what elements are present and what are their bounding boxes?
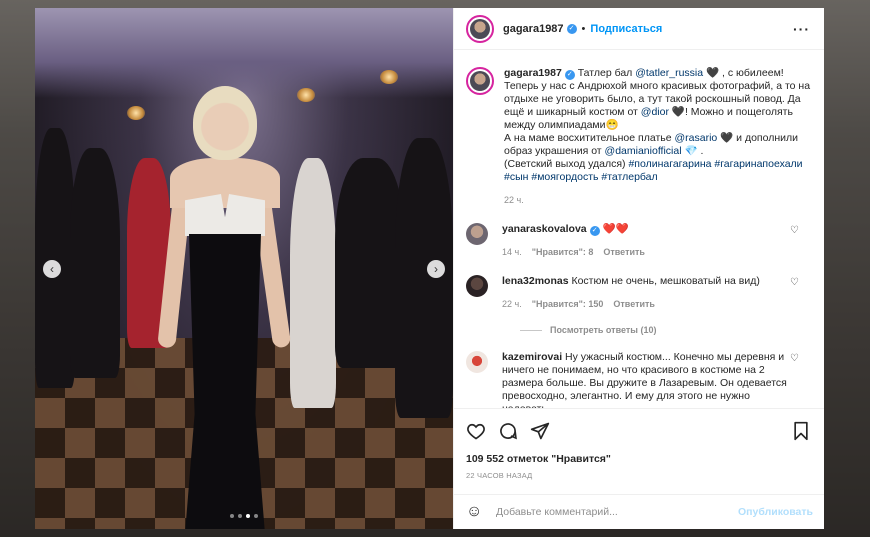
comment-username[interactable]: kazemirovai bbox=[502, 351, 562, 363]
comment-meta: 14 ч. "Нравится": 8 Ответить bbox=[502, 246, 811, 259]
photo-guest bbox=[35, 128, 75, 388]
chevron-right-icon[interactable]: › bbox=[427, 260, 445, 278]
post-photo[interactable]: ‹ › bbox=[35, 8, 453, 529]
photo-subject-head bbox=[193, 86, 257, 160]
verified-icon: ✓ bbox=[566, 23, 577, 34]
photo-lamp bbox=[380, 70, 398, 84]
post-header: gagara1987 ✓ • Подписаться ··· bbox=[454, 8, 824, 50]
caption-line: между олимпиадами😁 bbox=[504, 119, 619, 131]
photo-subject-dress bbox=[185, 234, 265, 529]
caption-line: 🖤 и дополнили bbox=[717, 132, 798, 144]
verified-icon: ✓ bbox=[564, 70, 575, 80]
caption-line: ещё и шикарный костюм от bbox=[504, 106, 641, 118]
comment: kazemirovai Ну ужасный костюм... Конечно… bbox=[466, 351, 811, 408]
heart-icon[interactable]: ♡ bbox=[790, 225, 799, 236]
avatar[interactable] bbox=[466, 14, 494, 43]
carousel-dot bbox=[230, 514, 234, 518]
action-icons bbox=[466, 419, 811, 443]
comment: lena32monas Костюм не очень, мешковатый … bbox=[466, 275, 811, 311]
verified-icon: ✓ bbox=[589, 226, 600, 236]
comment-box: ☺ Опубликовать bbox=[454, 494, 824, 529]
avatar[interactable] bbox=[466, 351, 488, 373]
carousel-dots bbox=[230, 514, 258, 518]
caption-line: 🖤! Можно и пощеголять bbox=[668, 106, 793, 118]
reply-button[interactable]: Ответить bbox=[603, 247, 645, 257]
mention-link[interactable]: @damianiofficial bbox=[605, 145, 682, 157]
comment-text: Костюм не очень, мешковатый на вид) bbox=[571, 275, 760, 287]
comment-likes[interactable]: "Нравится": 8 bbox=[532, 247, 594, 257]
photo-guest bbox=[290, 158, 336, 408]
caption-line: (Светский выход удался) bbox=[504, 158, 629, 170]
caption-line: отдыхе не уговорить было, а тут такой ро… bbox=[504, 93, 801, 105]
mention-link[interactable]: @tatler_russia bbox=[635, 67, 703, 79]
comment-icon[interactable] bbox=[498, 421, 518, 441]
post-panel: gagara1987 ✓ • Подписаться ··· gagara198… bbox=[453, 8, 824, 529]
carousel-dot bbox=[238, 514, 242, 518]
heart-icon[interactable]: ♡ bbox=[790, 353, 799, 364]
caption-line: Татлер бал bbox=[577, 67, 636, 79]
comment-likes[interactable]: "Нравится": 150 bbox=[532, 299, 604, 309]
photo-lamp bbox=[297, 88, 315, 102]
comment-text: ❤️❤️ bbox=[602, 223, 629, 235]
heart-icon[interactable] bbox=[466, 421, 486, 441]
view-replies-button[interactable]: Посмотреть ответы (10) bbox=[520, 325, 811, 335]
comment: yanaraskovalova ✓ ❤️❤️ 14 ч. "Нравится": 8… bbox=[466, 223, 811, 259]
comment-time: 14 ч. bbox=[502, 247, 522, 257]
caption: gagara1987 ✓ Татлер бал @tatler_russia 🖤 … bbox=[466, 67, 811, 207]
more-icon[interactable]: ··· bbox=[793, 21, 810, 37]
carousel-dot bbox=[254, 514, 258, 518]
heart-icon[interactable]: ♡ bbox=[790, 277, 799, 288]
separator-dot: • bbox=[581, 22, 586, 35]
mention-link[interactable]: @rasario bbox=[674, 132, 717, 144]
follow-button[interactable]: Подписаться bbox=[590, 23, 662, 35]
caption-line: А на маме восхитительное платье bbox=[504, 132, 675, 144]
photo-guest bbox=[395, 138, 453, 418]
caption-line: 💎 . bbox=[681, 145, 704, 157]
photo-ceiling bbox=[35, 8, 453, 98]
caption-text: gagara1987 ✓ Татлер бал @tatler_russia 🖤 … bbox=[504, 67, 811, 207]
reply-button[interactable]: Ответить bbox=[613, 299, 655, 309]
avatar[interactable] bbox=[466, 67, 494, 95]
post-time: 22 ЧАСОВ НАЗАД bbox=[466, 471, 533, 480]
comment-meta: 22 ч. "Нравится": 150 Ответить bbox=[502, 298, 811, 311]
comment-time: 22 ч. bbox=[502, 299, 522, 309]
likes-count[interactable]: 109 552 отметок "Нравится" bbox=[466, 453, 811, 465]
caption-line: 🖤 , с юбилеем! bbox=[703, 67, 784, 79]
caption-username[interactable]: gagara1987 bbox=[504, 67, 562, 79]
comment-input[interactable] bbox=[496, 506, 739, 518]
mention-link[interactable]: @dior bbox=[641, 106, 669, 118]
chevron-left-icon[interactable]: ‹ bbox=[43, 260, 61, 278]
thread-line bbox=[520, 329, 542, 331]
post-actions: 109 552 отметок "Нравится" 22 ЧАСОВ НАЗА… bbox=[454, 408, 824, 480]
hashtag-link[interactable]: #полинагагарина #гагаринапоехали bbox=[628, 158, 802, 170]
share-icon[interactable] bbox=[530, 421, 550, 441]
avatar[interactable] bbox=[466, 223, 488, 245]
caption-line: образ украшения от bbox=[504, 145, 605, 157]
carousel-dot-active bbox=[246, 514, 250, 518]
photo-guest bbox=[70, 148, 120, 378]
hashtag-link[interactable]: #сын #моягордость #татлербал bbox=[504, 171, 658, 183]
publish-button[interactable]: Опубликовать bbox=[738, 506, 813, 518]
caption-time: 22 ч. bbox=[504, 195, 524, 205]
smile-icon[interactable]: ☺ bbox=[466, 503, 488, 521]
comments-scroll[interactable]: gagara1987 ✓ Татлер бал @tatler_russia 🖤 … bbox=[454, 51, 824, 408]
author-username[interactable]: gagara1987 bbox=[503, 23, 564, 35]
caption-line: Теперь у нас с Андрюхой много красивых ф… bbox=[504, 80, 811, 92]
view-replies-label: Посмотреть ответы (10) bbox=[550, 325, 657, 335]
avatar[interactable] bbox=[466, 275, 488, 297]
post-modal: ‹ › gagara1987 ✓ • Подписаться ··· gagar… bbox=[35, 8, 824, 529]
comment-username[interactable]: lena32monas bbox=[502, 275, 569, 287]
comment-username[interactable]: yanaraskovalova bbox=[502, 223, 587, 235]
photo-lamp bbox=[127, 106, 145, 120]
bookmark-icon[interactable] bbox=[791, 421, 811, 441]
